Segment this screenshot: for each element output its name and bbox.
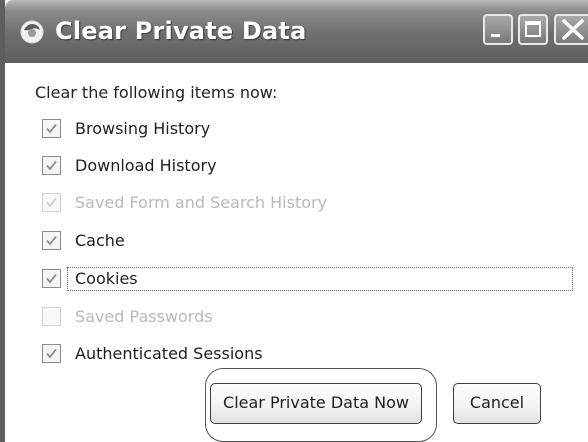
maximize-button[interactable] — [518, 14, 548, 45]
checkmark-icon — [46, 123, 57, 134]
authenticated-sessions-checkbox[interactable] — [42, 344, 61, 363]
browsing-history-checkbox[interactable] — [42, 119, 61, 138]
maximize-icon — [525, 21, 541, 37]
clear-private-data-now-button[interactable]: Clear Private Data Now — [210, 383, 422, 424]
firefox-logo-icon — [18, 18, 46, 46]
saved-passwords-checkbox — [42, 307, 61, 326]
dialog-body: Clear the following items now: Browsing … — [5, 63, 588, 442]
close-button[interactable] — [554, 14, 588, 45]
close-icon — [562, 19, 584, 40]
checkmark-icon — [46, 160, 57, 171]
option-label: Saved Form and Search History — [75, 193, 328, 212]
window-title: Clear Private Data — [55, 17, 307, 45]
option-label: Browsing History — [75, 119, 211, 138]
saved-form-history-checkbox — [42, 193, 61, 212]
checkmark-icon — [46, 197, 57, 208]
option-label: Cache — [75, 231, 125, 250]
title-bar[interactable]: Clear Private Data — [5, 0, 588, 63]
option-label: Saved Passwords — [75, 307, 213, 326]
option-label: Authenticated Sessions — [75, 344, 263, 363]
checkmark-icon — [46, 273, 57, 284]
checkmark-icon — [46, 348, 57, 359]
minimize-button[interactable] — [483, 14, 513, 45]
option-label: Download History — [75, 156, 217, 175]
cookies-checkbox[interactable] — [42, 269, 61, 288]
checkmark-icon — [46, 235, 57, 246]
download-history-checkbox[interactable] — [42, 156, 61, 175]
intro-text: Clear the following items now: — [35, 83, 278, 102]
focus-rectangle — [67, 267, 573, 291]
option-label: Cookies — [75, 269, 138, 288]
minimize-icon — [491, 34, 500, 37]
cancel-button[interactable]: Cancel — [453, 383, 541, 424]
cache-checkbox[interactable] — [42, 231, 61, 250]
